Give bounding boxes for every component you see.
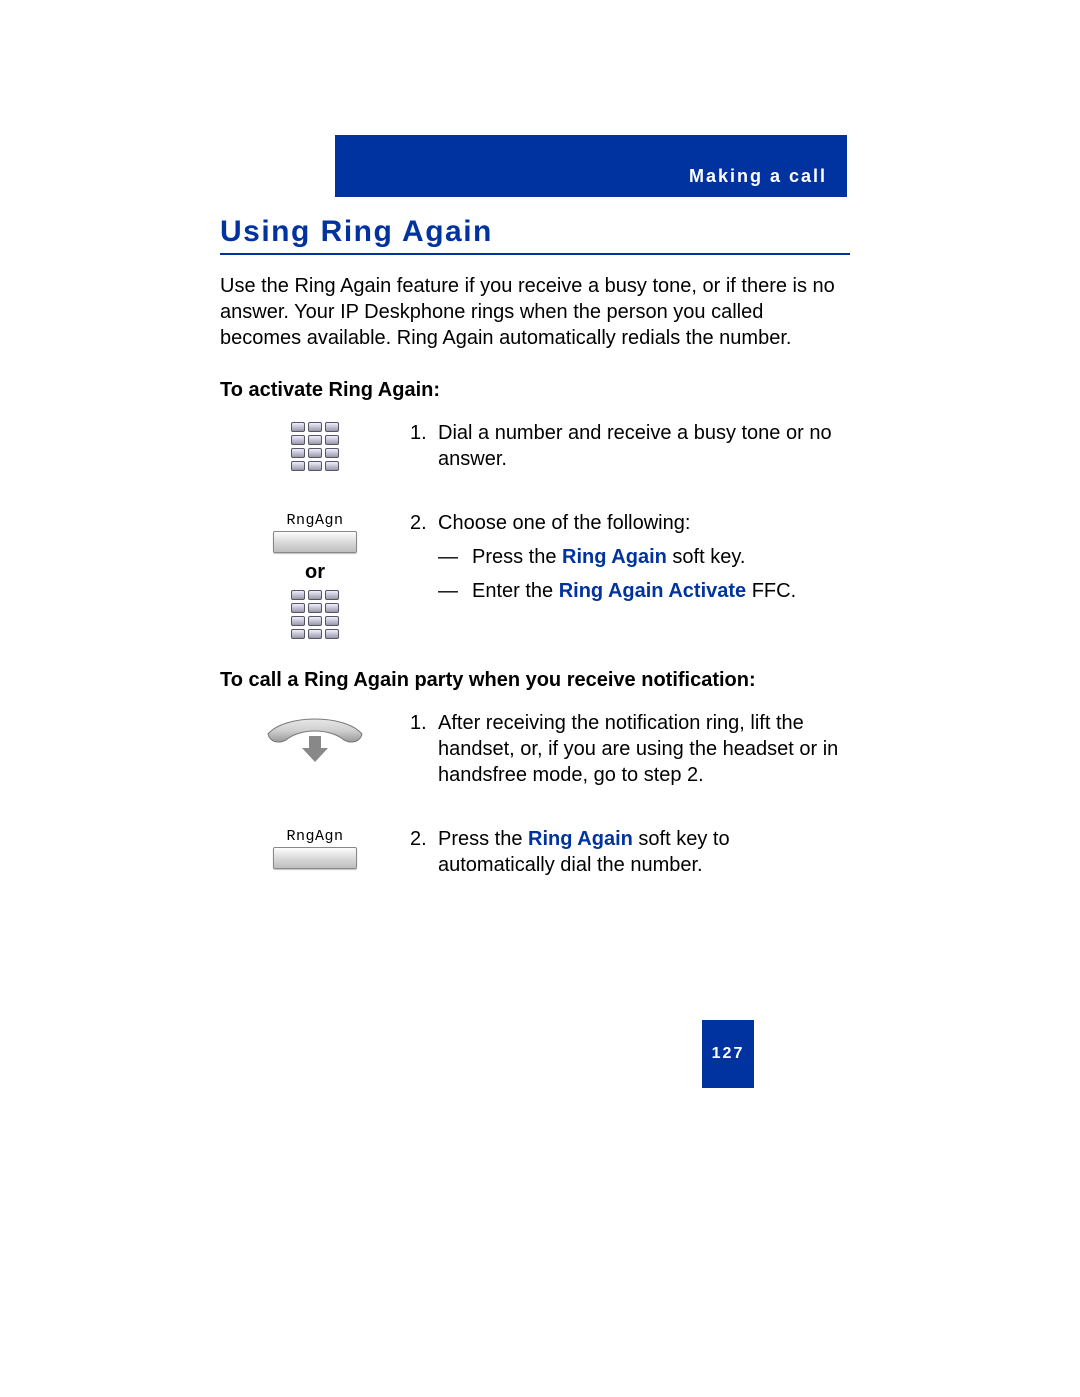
- dash-icon: —: [438, 578, 472, 604]
- step-number: 2.: [410, 510, 438, 536]
- softkey-button: [273, 847, 357, 869]
- section-a-step1: 1. Dial a number and receive a busy tone…: [220, 420, 850, 480]
- step-number: 1.: [410, 710, 438, 788]
- section-b-step2: RngAgn 2. Press the Ring Again soft key …: [220, 826, 850, 886]
- keypad-icon: [291, 590, 339, 639]
- option-1: Press the Ring Again soft key.: [472, 544, 745, 570]
- step-text: After receiving the notification ring, l…: [438, 710, 850, 788]
- keypad-icon: [220, 420, 410, 471]
- header-section-label: Making a call: [689, 166, 827, 187]
- section-a-step2: RngAgn or 2. Choose one of the following…: [220, 510, 850, 639]
- step-text: Press the Ring Again soft key to automat…: [438, 826, 850, 878]
- softkey-group: RngAgn: [273, 512, 357, 553]
- step-number: 2.: [410, 826, 438, 878]
- step-text: Choose one of the following:: [438, 510, 690, 536]
- section-a-heading: To activate Ring Again:: [220, 379, 850, 402]
- page-number: 127: [712, 1045, 745, 1063]
- softkey-label: RngAgn: [286, 512, 343, 529]
- dash-icon: —: [438, 544, 472, 570]
- content-area: Using Ring Again Use the Ring Again feat…: [220, 215, 850, 916]
- step-number: 1.: [410, 420, 438, 472]
- section-b-heading: To call a Ring Again party when you rece…: [220, 669, 850, 692]
- step-text: Dial a number and receive a busy tone or…: [438, 420, 850, 472]
- softkey-group: RngAgn: [273, 828, 357, 869]
- softkey-label: RngAgn: [286, 828, 343, 845]
- handset-lift-icon: [260, 712, 370, 767]
- or-label: or: [305, 561, 325, 584]
- page-title: Using Ring Again: [220, 215, 850, 255]
- option-2: Enter the Ring Again Activate FFC.: [472, 578, 796, 604]
- section-b-step1: 1. After receiving the notification ring…: [220, 710, 850, 796]
- intro-paragraph: Use the Ring Again feature if you receiv…: [220, 273, 850, 351]
- header-bar: Making a call: [335, 135, 847, 197]
- softkey-button: [273, 531, 357, 553]
- page-number-badge: 127: [702, 1020, 754, 1088]
